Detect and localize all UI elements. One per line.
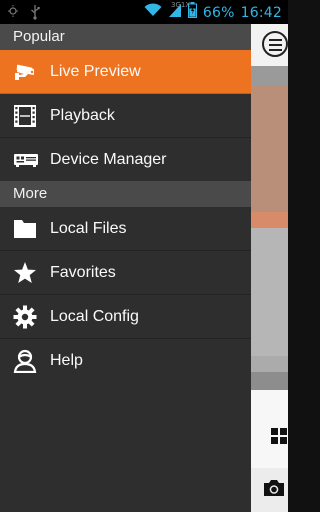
main-toolbar (251, 24, 288, 66)
clock: 16:42 (240, 4, 282, 21)
battery-icon (187, 2, 197, 23)
navigation-drawer: Popular Live Preview Playback Device Man… (0, 24, 251, 512)
nav-item-label: Help (50, 352, 83, 369)
nav-item-label: Live Preview (50, 63, 141, 80)
grid-layout-icon[interactable] (271, 428, 288, 445)
video-tile[interactable] (251, 228, 288, 356)
nav-item-label: Playback (50, 107, 115, 124)
camera-icon[interactable] (263, 479, 285, 502)
menu-toggle-button[interactable] (262, 31, 288, 57)
menu-icon-bar (269, 44, 282, 46)
star-icon (13, 261, 37, 285)
cctv-camera-icon (13, 60, 37, 84)
section-header-popular: Popular (0, 24, 251, 50)
section-header-more: More (0, 181, 251, 207)
preview-header-strip (251, 66, 288, 86)
nav-item-label: Local Config (50, 308, 139, 325)
video-tile-divider (251, 356, 288, 372)
nav-item-local-files[interactable]: Local Files (0, 207, 251, 251)
film-strip-icon (13, 104, 37, 128)
wifi-icon (144, 3, 162, 22)
battery-percent: 66% (202, 4, 235, 21)
nav-item-local-config[interactable]: Local Config (0, 295, 251, 339)
menu-icon (269, 39, 282, 41)
app-screen: 3G1X 66% 16:42 (0, 0, 288, 512)
preview-footer-strip (251, 372, 288, 390)
folder-icon (13, 217, 37, 241)
brightness-icon (8, 4, 18, 25)
gear-icon (13, 305, 37, 329)
nav-item-label: Local Files (50, 220, 127, 237)
video-tile[interactable] (251, 86, 288, 212)
main-content (251, 24, 288, 512)
nav-item-label: Favorites (50, 264, 116, 281)
nav-item-favorites[interactable]: Favorites (0, 251, 251, 295)
menu-icon-bar (269, 49, 282, 51)
nav-item-device-manager[interactable]: Device Manager (0, 138, 251, 181)
dvr-device-icon (13, 148, 38, 172)
bottom-toolbar (251, 468, 288, 512)
status-bar: 3G1X 66% 16:42 (0, 0, 288, 24)
nav-item-help[interactable]: Help (0, 339, 251, 382)
nav-item-label: Device Manager (50, 151, 167, 168)
usb-icon (30, 4, 40, 25)
nav-item-live-preview[interactable]: Live Preview (0, 50, 251, 94)
video-tile-divider (251, 212, 288, 228)
nav-item-playback[interactable]: Playback (0, 94, 251, 138)
help-person-icon (13, 349, 37, 374)
signal-icon (168, 2, 182, 23)
